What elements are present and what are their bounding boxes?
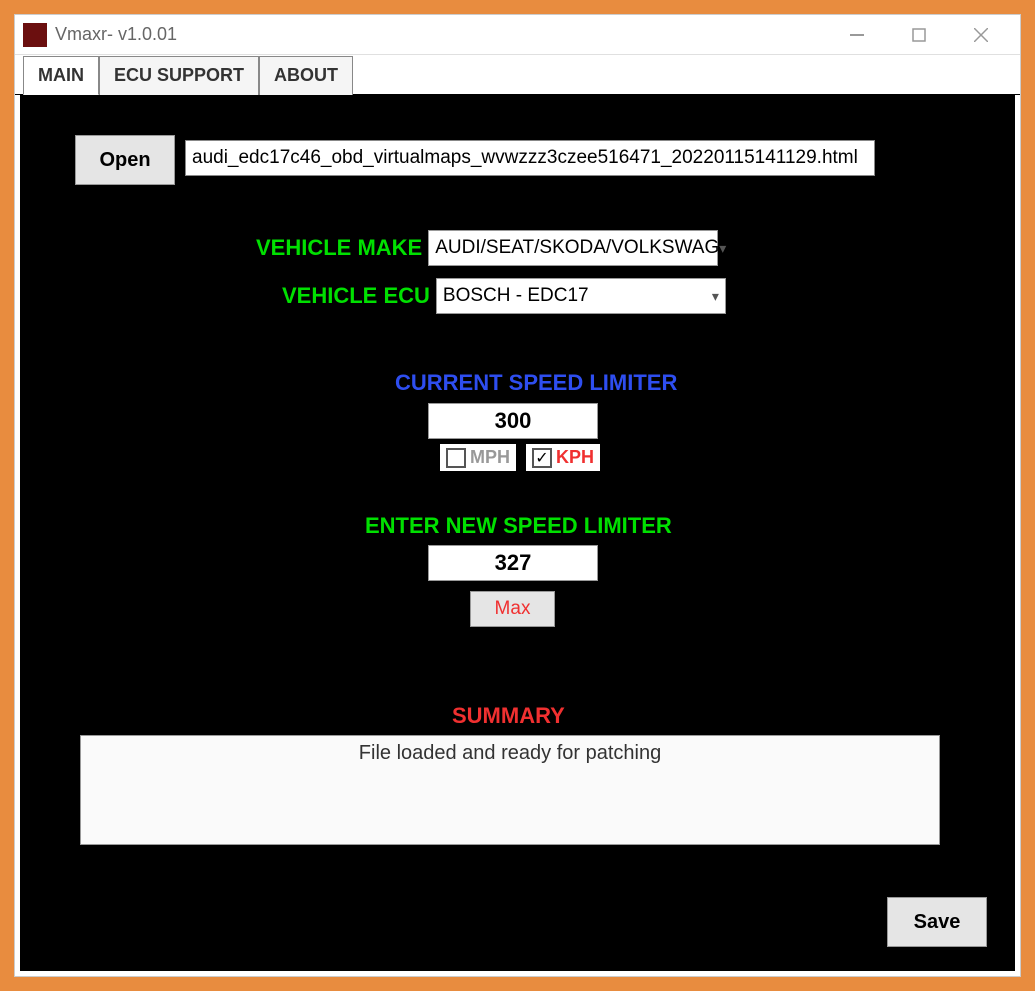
kph-option[interactable]: ✓ KPH [526,444,600,471]
tab-main[interactable]: MAIN [23,56,99,95]
new-speed-input[interactable] [428,545,598,581]
close-icon [974,28,988,42]
close-button[interactable] [950,15,1012,55]
tab-ecu-support[interactable]: ECU SUPPORT [99,56,259,95]
save-button[interactable]: Save [887,897,987,947]
summary-text: File loaded and ready for patching [89,742,931,765]
tab-about[interactable]: ABOUT [259,56,353,95]
mph-option[interactable]: MPH [440,444,516,471]
vehicle-ecu-label: VEHICLE ECU [282,283,430,309]
vehicle-make-select[interactable]: AUDI/SEAT/SKODA/VOLKSWAG ▾ [428,230,718,266]
vehicle-make-row: VEHICLE MAKE AUDI/SEAT/SKODA/VOLKSWAG ▾ [256,230,718,266]
unit-row: MPH ✓ KPH [440,444,600,471]
kph-checkbox[interactable]: ✓ [532,448,552,468]
max-button[interactable]: Max [470,591,555,627]
maximize-button[interactable] [888,15,950,55]
current-speed-value: 300 [428,403,598,439]
vehicle-make-label: VEHICLE MAKE [256,235,422,261]
vehicle-ecu-value: BOSCH - EDC17 [443,285,589,307]
filepath-field[interactable] [185,140,875,176]
minimize-icon [850,34,864,36]
summary-heading: SUMMARY [452,703,565,729]
mph-checkbox[interactable] [446,448,466,468]
app-window: Vmaxr- v1.0.01 MAIN ECU SUPPORT ABOUT Op… [15,15,1020,976]
chevron-down-icon: ▾ [719,240,726,257]
titlebar: Vmaxr- v1.0.01 [15,15,1020,55]
vehicle-ecu-select[interactable]: BOSCH - EDC17 ▾ [436,278,726,314]
app-icon [23,23,47,47]
main-panel: Open VEHICLE MAKE AUDI/SEAT/SKODA/VOLKSW… [20,95,1015,971]
new-limiter-heading: ENTER NEW SPEED LIMITER [365,513,672,539]
summary-textarea: File loaded and ready for patching [80,735,940,845]
maximize-icon [912,28,926,42]
window-title: Vmaxr- v1.0.01 [55,24,177,45]
chevron-down-icon: ▾ [712,288,719,305]
minimize-button[interactable] [826,15,888,55]
tabstrip: MAIN ECU SUPPORT ABOUT [15,55,1020,95]
mph-label: MPH [470,447,510,468]
open-button[interactable]: Open [75,135,175,185]
vehicle-ecu-row: VEHICLE ECU BOSCH - EDC17 ▾ [282,278,726,314]
current-limiter-heading: CURRENT SPEED LIMITER [395,370,677,396]
kph-label: KPH [556,447,594,468]
vehicle-make-value: AUDI/SEAT/SKODA/VOLKSWAG [435,237,719,259]
